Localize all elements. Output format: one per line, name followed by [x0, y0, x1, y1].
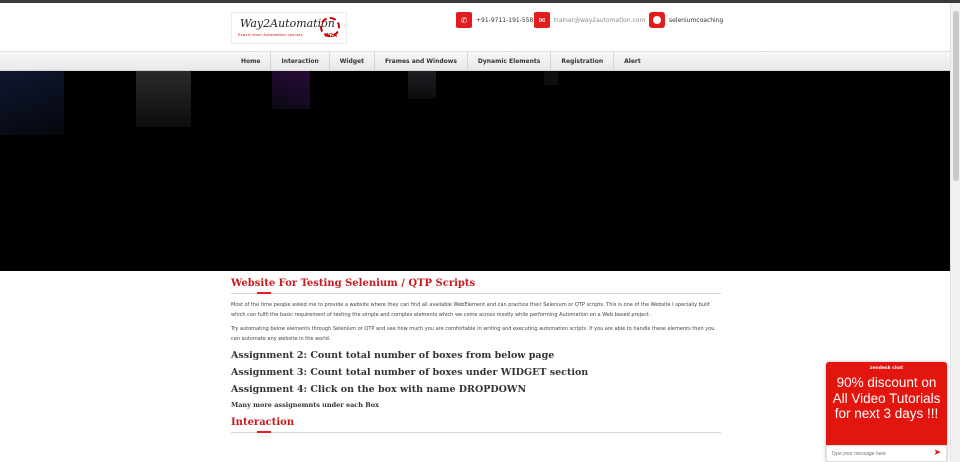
contact-skype: seleniumcoaching	[649, 12, 723, 28]
skype-icon	[649, 12, 665, 28]
contact-email-text[interactable]: trainer@way2automation.com	[554, 17, 645, 24]
chat-promo-text: 90% discount on All Video Tutorials for …	[832, 375, 941, 421]
assignment-2: Assignment 2: Count total number of boxe…	[231, 350, 555, 361]
contact-phone-text: +91-9711-191-558	[476, 16, 534, 24]
hero-tile	[408, 71, 436, 99]
assignment-4: Assignment 4: Click on the box with name…	[231, 384, 527, 395]
hero-banner	[0, 71, 950, 271]
chat-widget[interactable]: zendesk chat 90% discount on All Video T…	[826, 362, 947, 462]
site-header: Way2Automation Expert level Automation c…	[0, 3, 950, 51]
page-title: Website For Testing Selenium / QTP Scrip…	[231, 278, 476, 289]
nav-item-widget[interactable]: Widget	[330, 52, 375, 70]
logo-w2a: W2A	[324, 34, 337, 39]
hero-tile	[272, 71, 310, 109]
assignments-note: Many more assignemnts under each Box	[231, 401, 379, 409]
contact-phone: ✆ +91-9711-191-558	[456, 12, 533, 28]
envelope-icon: ✉	[534, 12, 550, 28]
nav-item-frames-and-windows[interactable]: Frames and Windows	[375, 52, 468, 70]
chat-message-input[interactable]	[831, 449, 927, 459]
send-icon[interactable]: ➤	[933, 448, 941, 458]
nav-item-dynamic-elements[interactable]: Dynamic Elements	[468, 52, 552, 70]
phone-icon: ✆	[456, 12, 472, 28]
chat-header: zendesk chat	[869, 366, 904, 371]
site-logo[interactable]: Way2Automation Expert level Automation c…	[231, 12, 347, 44]
hero-tile	[136, 71, 191, 127]
nav-item-home[interactable]: Home	[231, 52, 272, 70]
hero-tile	[544, 71, 558, 85]
logo-tagline: Expert level Automation courses	[238, 33, 303, 37]
main-nav: Home Interaction Widget Frames and Windo…	[0, 51, 950, 71]
hero-tile	[0, 71, 64, 135]
contact-skype-text: seleniumcoaching	[669, 16, 724, 24]
scrollbar-thumb[interactable]	[953, 11, 959, 181]
nav-item-registration[interactable]: Registration	[551, 52, 615, 70]
section-title-interaction: Interaction	[231, 417, 295, 428]
nav-item-alert[interactable]: Alert	[614, 52, 651, 70]
section-divider	[231, 430, 721, 434]
intro-paragraph: Most of the time people asked me to prov…	[231, 302, 710, 318]
instructions-paragraph: Try automating below elements through Se…	[231, 326, 715, 342]
page-scrollbar[interactable]	[950, 3, 960, 462]
contact-email[interactable]: ✉ trainer@way2automation.com	[534, 12, 645, 28]
chat-input-bar: ➤	[826, 445, 947, 462]
nav-item-interaction[interactable]: Interaction	[271, 52, 330, 70]
assignment-3: Assignment 3: Count total number of boxe…	[231, 367, 589, 378]
title-divider	[231, 291, 721, 295]
main-content: Website For Testing Selenium / QTP Scrip…	[231, 278, 721, 434]
